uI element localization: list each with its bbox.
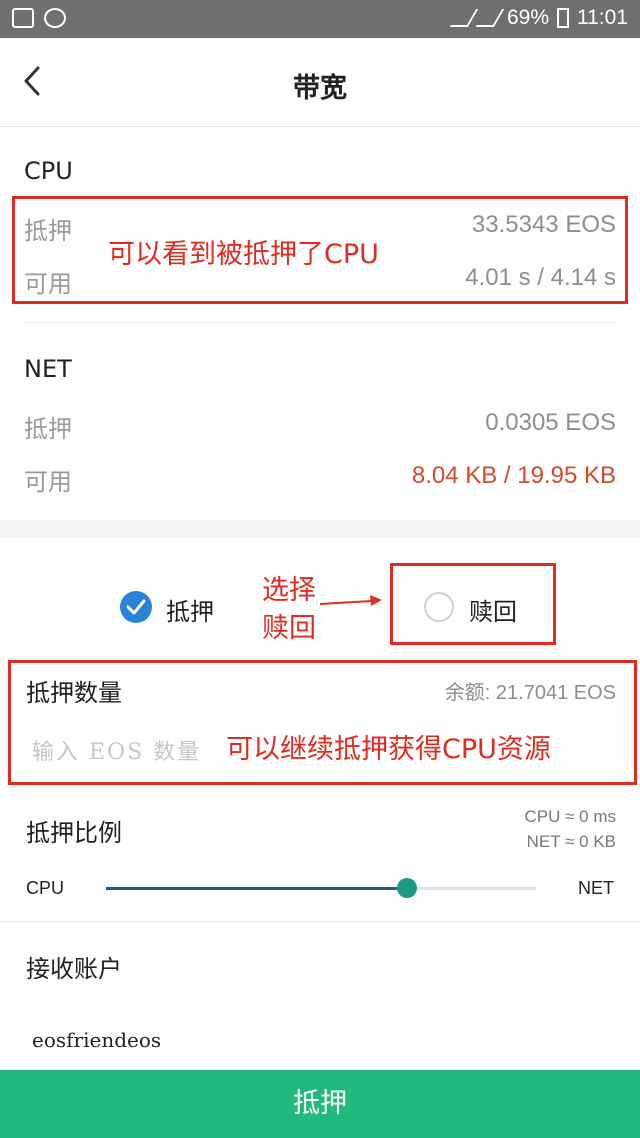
status-bar: 69% 11:01 [0, 0, 640, 38]
net-heading: NET [24, 355, 72, 383]
net-available-label: 可用 [24, 468, 72, 496]
net-available-value: 8.04 KB / 19.95 KB [411, 462, 616, 489]
net-staked-label: 抵押 [24, 415, 72, 443]
receiver-label: 接收账户 [26, 955, 122, 983]
battery-icon [557, 8, 569, 28]
receiver-input[interactable]: eosfriendeos [32, 1028, 161, 1052]
annotation-select-line2: 赎回 [262, 613, 316, 644]
annotation-box-redeem [390, 563, 556, 645]
page-title: 带宽 [293, 73, 347, 104]
stake-option[interactable]: 抵押 [120, 588, 230, 628]
wifi-icon [449, 9, 479, 27]
annotation-box-amount [8, 660, 637, 785]
checked-radio-icon [120, 591, 152, 623]
section-divider [0, 921, 640, 922]
section-gap [0, 520, 640, 538]
net-estimate: NET ≈ 0 KB [526, 832, 616, 851]
top-bar: 带宽 [0, 38, 640, 127]
stake-option-label: 抵押 [166, 598, 214, 626]
cpu-heading: CPU [24, 157, 73, 185]
annotation-select-line1: 选择 [262, 575, 316, 606]
annotation-cpu-text: 可以看到被抵押了CPU [108, 239, 379, 270]
slider-handle[interactable] [397, 878, 417, 898]
wechat-icon [44, 8, 66, 28]
net-staked-value: 0.0305 EOS [485, 409, 616, 436]
gallery-icon [12, 8, 34, 28]
slider-net-label: NET [578, 878, 614, 898]
battery-percent: 69% [506, 6, 549, 29]
ratio-slider[interactable] [106, 878, 536, 898]
stake-submit-button[interactable]: 抵押 [0, 1070, 640, 1138]
section-divider [24, 322, 616, 323]
slider-fill [106, 887, 407, 890]
signal-icon [475, 9, 505, 27]
clock: 11:01 [577, 6, 628, 29]
ratio-label: 抵押比例 [26, 819, 122, 847]
annotation-amount-text: 可以继续抵押获得CPU资源 [226, 734, 551, 765]
cpu-estimate: CPU ≈ 0 ms [524, 807, 616, 826]
slider-cpu-label: CPU [26, 878, 65, 898]
annotation-arrow-icon [319, 595, 382, 606]
